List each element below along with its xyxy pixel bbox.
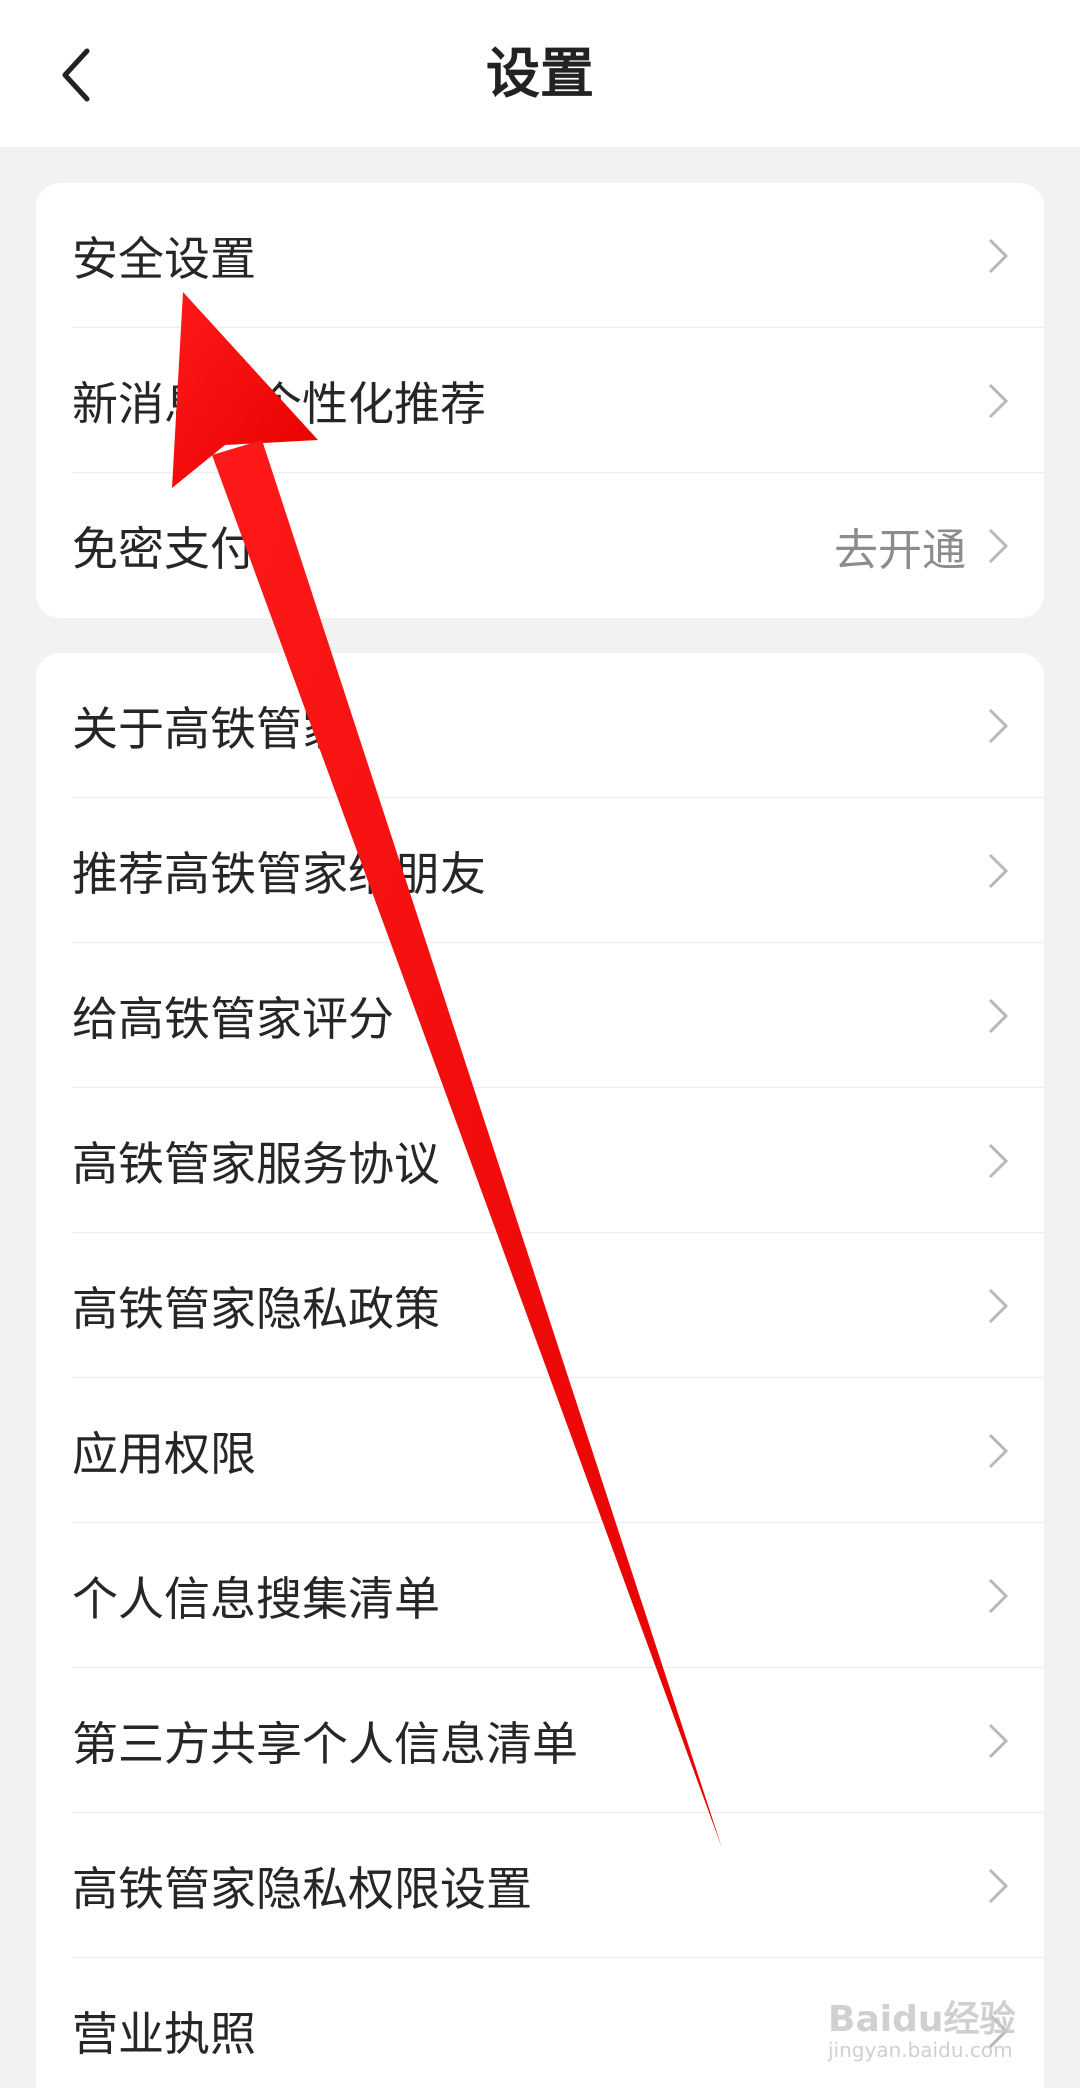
settings-item-notifications[interactable]: 新消息与个性化推荐 — [36, 328, 1044, 473]
settings-item-about[interactable]: 关于高铁管家 — [36, 653, 1044, 798]
chevron-right-icon — [988, 238, 1009, 273]
settings-item-privacy-permissions[interactable]: 高铁管家隐私权限设置 — [36, 1813, 1044, 1958]
settings-item-label: 应用权限 — [72, 1426, 256, 1481]
chevron-right-icon — [988, 1723, 1009, 1758]
settings-item-label: 个人信息搜集清单 — [72, 1571, 440, 1626]
chevron-right-icon — [988, 2013, 1009, 2048]
settings-item-recommend[interactable]: 推荐高铁管家给朋友 — [36, 798, 1044, 943]
chevron-right-icon — [988, 1143, 1009, 1178]
chevron-right-icon — [988, 1288, 1009, 1323]
chevron-right-icon — [988, 708, 1009, 743]
settings-item-rate[interactable]: 给高铁管家评分 — [36, 943, 1044, 1088]
settings-item-label: 第三方共享个人信息清单 — [72, 1716, 578, 1771]
settings-item-label: 免密支付 — [72, 521, 256, 576]
chevron-right-icon — [988, 1433, 1009, 1468]
settings-item-label: 推荐高铁管家给朋友 — [72, 846, 486, 901]
settings-item-privacy-policy[interactable]: 高铁管家隐私政策 — [36, 1233, 1044, 1378]
chevron-left-icon — [62, 48, 90, 102]
settings-item-label: 营业执照 — [72, 2006, 256, 2061]
settings-item-value: 去开通 — [834, 524, 966, 576]
settings-group-about: 关于高铁管家 推荐高铁管家给朋友 给高铁管家评分 高铁管家服务协议 高铁管家隐私… — [36, 653, 1044, 2088]
settings-item-third-party-sharing[interactable]: 第三方共享个人信息清单 — [36, 1668, 1044, 1813]
chevron-right-icon — [988, 1578, 1009, 1613]
chevron-right-icon — [988, 853, 1009, 888]
chevron-right-icon — [988, 1868, 1009, 1903]
settings-item-app-permissions[interactable]: 应用权限 — [36, 1378, 1044, 1523]
page-title: 设置 — [486, 42, 594, 105]
chevron-right-icon — [988, 528, 1009, 563]
settings-item-security[interactable]: 安全设置 — [36, 183, 1044, 328]
settings-group-account: 安全设置 新消息与个性化推荐 免密支付 去开通 — [36, 183, 1044, 618]
back-button[interactable] — [36, 30, 116, 120]
settings-item-label: 高铁管家服务协议 — [72, 1136, 440, 1191]
settings-item-label: 给高铁管家评分 — [72, 991, 394, 1046]
settings-item-service-agreement[interactable]: 高铁管家服务协议 — [36, 1088, 1044, 1233]
settings-item-label: 新消息与个性化推荐 — [72, 376, 486, 431]
settings-item-label: 高铁管家隐私政策 — [72, 1281, 440, 1336]
chevron-right-icon — [988, 998, 1009, 1033]
settings-item-business-license[interactable]: 营业执照 — [36, 1958, 1044, 2088]
top-bar: 设置 — [0, 0, 1080, 147]
chevron-right-icon — [988, 383, 1009, 418]
settings-item-label: 高铁管家隐私权限设置 — [72, 1861, 532, 1916]
settings-item-passwordless-pay[interactable]: 免密支付 去开通 — [36, 473, 1044, 618]
settings-item-personal-info-list[interactable]: 个人信息搜集清单 — [36, 1523, 1044, 1668]
settings-item-label: 关于高铁管家 — [72, 701, 348, 756]
settings-item-label: 安全设置 — [72, 231, 256, 286]
